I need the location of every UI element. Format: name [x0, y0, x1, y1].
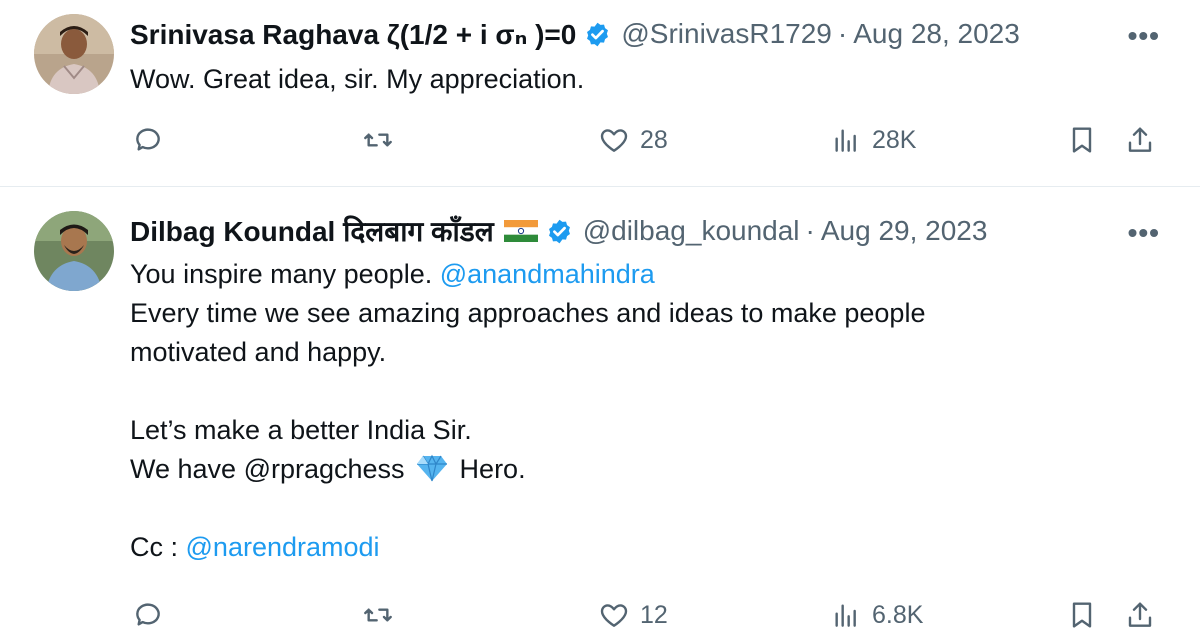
like-button[interactable]: 28	[598, 124, 668, 156]
avatar[interactable]	[34, 211, 114, 291]
reply-button[interactable]	[132, 599, 164, 631]
views-icon	[830, 124, 862, 156]
like-count: 28	[640, 125, 668, 154]
avatar[interactable]	[34, 14, 114, 94]
views-button[interactable]: 28K	[830, 124, 916, 156]
handle[interactable]: @dilbag_koundal	[583, 215, 800, 247]
mention-link[interactable]: @narendramodi	[186, 532, 380, 562]
more-options-icon[interactable]: •••	[1128, 217, 1160, 249]
action-bar: 28 28K	[0, 124, 1200, 164]
tweet-line: Cc : @narendramodi	[130, 528, 1160, 567]
heart-icon	[598, 124, 630, 156]
reply-button[interactable]	[132, 124, 164, 156]
tweet-text: You inspire many people. @anandmahindra …	[130, 255, 1160, 567]
bookmark-icon	[1066, 124, 1098, 156]
tweet-line: Let’s make a better India Sir.	[130, 415, 472, 445]
timestamp[interactable]: Aug 29, 2023	[821, 215, 988, 247]
action-bar: 12 6.8K	[0, 599, 1200, 639]
bookmark-button[interactable]	[1066, 124, 1098, 156]
reply-icon	[132, 124, 164, 156]
separator: ·	[837, 18, 848, 49]
tweet-line: motivated and happy.	[130, 337, 387, 367]
tweet-line: You inspire many people. @anandmahindra	[130, 255, 1160, 294]
mention-link[interactable]: @anandmahindra	[440, 259, 655, 289]
display-name[interactable]: Srinivasa Raghava ζ(1/2 + i σₙ )=0	[130, 18, 576, 51]
heart-icon	[598, 599, 630, 631]
tweet-header: Srinivasa Raghava ζ(1/2 + i σₙ )=0 @Srin…	[130, 14, 1160, 54]
tweet-line: We have @rpragchess Hero.	[130, 450, 1160, 489]
share-button[interactable]	[1124, 599, 1156, 631]
separator: ·	[805, 215, 815, 246]
retweet-icon	[362, 599, 394, 631]
reply-icon	[132, 599, 164, 631]
display-name[interactable]: Dilbag Koundal दिलबाग कॉंडल	[130, 212, 494, 250]
verified-badge-icon	[546, 218, 573, 245]
views-count: 6.8K	[872, 600, 924, 629]
handle[interactable]: @SrinivasR1729	[621, 18, 832, 50]
more-options-icon[interactable]: •••	[1128, 20, 1160, 52]
share-icon	[1124, 124, 1156, 156]
share-icon	[1124, 599, 1156, 631]
views-button[interactable]: 6.8K	[830, 599, 923, 631]
tweet-line: Every time we see amazing approaches and…	[130, 298, 926, 328]
tweet-line: Wow. Great idea, sir. My appreciation.	[130, 64, 585, 94]
like-button[interactable]: 12	[598, 599, 668, 631]
gem-stone-icon	[416, 454, 448, 482]
views-icon	[830, 599, 862, 631]
retweet-icon	[362, 124, 394, 156]
tweet[interactable]: Dilbag Koundal दिलबाग कॉंडल @dilbag_koun…	[0, 187, 1200, 629]
tweet-header: Dilbag Koundal दिलबाग कॉंडल @dilbag_koun…	[130, 211, 1160, 251]
like-count: 12	[640, 600, 668, 629]
share-button[interactable]	[1124, 124, 1156, 156]
bookmark-button[interactable]	[1066, 599, 1098, 631]
tweet[interactable]: Srinivasa Raghava ζ(1/2 + i σₙ )=0 @Srin…	[0, 0, 1200, 187]
timestamp[interactable]: Aug 28, 2023	[853, 18, 1020, 50]
retweet-button[interactable]	[362, 124, 394, 156]
verified-badge-icon	[584, 21, 611, 48]
tweet-text: Wow. Great idea, sir. My appreciation.	[130, 60, 1160, 99]
tweet-line-text: Cc :	[130, 532, 186, 562]
bookmark-icon	[1066, 599, 1098, 631]
tweet-line-text: We have @rpragchess	[130, 454, 413, 484]
tweet-line-text: Hero.	[452, 454, 526, 484]
views-count: 28K	[872, 125, 917, 154]
tweet-line-text: You inspire many people.	[130, 259, 440, 289]
retweet-button[interactable]	[362, 599, 394, 631]
india-flag-icon	[503, 220, 538, 242]
